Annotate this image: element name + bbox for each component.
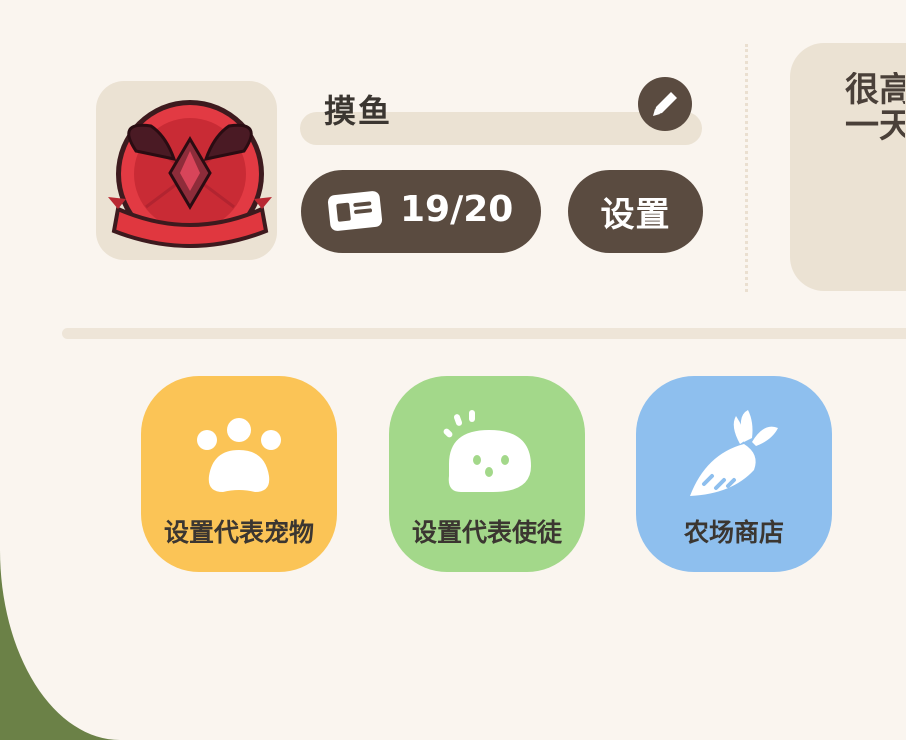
winged-red-emblem-icon — [108, 100, 272, 248]
divider-dotted — [745, 44, 748, 292]
notice-text: 很高 一天 — [845, 72, 905, 144]
set-envoy-button[interactable]: 设置代表使徒 — [389, 376, 585, 572]
pencil-icon — [653, 92, 677, 116]
card-count: 19/20 — [400, 189, 514, 230]
id-card-icon — [327, 191, 383, 231]
settings-button[interactable]: 设置 — [568, 170, 703, 253]
edit-name-button[interactable] — [638, 77, 692, 131]
set-pet-label: 设置代表宠物 — [163, 518, 314, 547]
avatar[interactable] — [96, 81, 277, 260]
section-divider — [62, 328, 906, 339]
player-name: 摸鱼 — [324, 92, 393, 130]
profile-panel: 摸鱼 19/20 设置 很高 一天 设置代表宠物 设置代表使徒 农场商店 — [0, 0, 906, 740]
farm-shop-button[interactable]: 农场商店 — [636, 376, 832, 572]
notice-line-2: 一天 — [845, 106, 905, 144]
set-envoy-label: 设置代表使徒 — [411, 518, 562, 547]
notice-line-1: 很高 — [845, 72, 905, 110]
set-pet-button[interactable]: 设置代表宠物 — [141, 376, 337, 572]
farm-shop-label: 农场商店 — [683, 518, 784, 547]
